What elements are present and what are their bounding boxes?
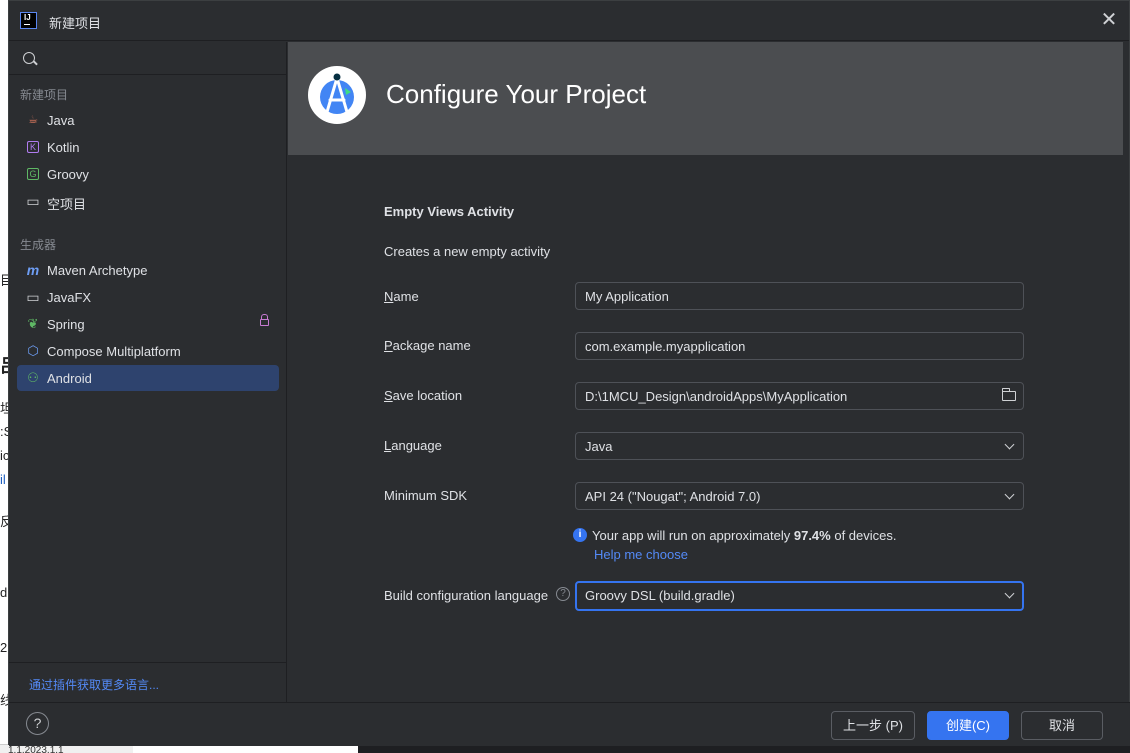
kotlin-icon: K (27, 141, 39, 153)
language-value: Java (585, 439, 613, 454)
search-icon (23, 52, 35, 64)
template-title: Empty Views Activity (384, 204, 515, 219)
close-icon[interactable]: ✕ (1099, 10, 1119, 31)
name-field[interactable]: My Application (575, 282, 1024, 310)
sidebar-item-compose-multiplatform[interactable]: ⬡ Compose Multiplatform (17, 338, 279, 364)
help-button[interactable]: ? (26, 712, 49, 735)
package-name-label: Package name (384, 338, 471, 353)
java-icon: ☕ (28, 114, 38, 126)
divider (9, 662, 287, 663)
package-name-value: com.example.myapplication (585, 339, 746, 354)
search-input[interactable] (43, 48, 273, 68)
name-label: Name (384, 289, 419, 304)
project-type-sidebar: 新建项目 ☕ Java K Kotlin G Groovy ▭ 空项目 生成器 … (9, 42, 287, 702)
sidebar-item-label: Compose Multiplatform (47, 344, 181, 359)
help-icon[interactable]: ? (556, 587, 570, 601)
minimum-sdk-value: API 24 ("Nougat"; Android 7.0) (585, 489, 761, 504)
android-icon: ⚇ (27, 370, 39, 385)
help-me-choose-link[interactable]: Help me choose (594, 547, 688, 562)
save-location-value: D:\1MCU_Design\androidApps\MyApplication (585, 389, 848, 404)
chevron-down-icon (1004, 489, 1015, 500)
lock-icon (260, 314, 269, 326)
sidebar-item-label: Kotlin (47, 140, 80, 155)
sidebar-item-spring[interactable]: ❦ Spring (17, 311, 279, 337)
page-title: Configure Your Project (386, 79, 647, 109)
sidebar-item-label: Groovy (47, 167, 89, 182)
get-more-languages-link[interactable]: 通过插件获取更多语言... (29, 676, 159, 693)
previous-button[interactable]: 上一步 (P) (831, 711, 915, 740)
new-project-dialog: 新建项目 ✕ 新建项目 ☕ Java K Kotlin G Groovy ▭ 空… (8, 0, 1130, 746)
build-config-language-value: Groovy DSL (build.gradle) (585, 588, 735, 603)
sidebar-item-maven-archetype[interactable]: m Maven Archetype (17, 257, 279, 283)
sidebar-item-label: JavaFX (47, 290, 92, 305)
empty-project-icon: ▭ (26, 193, 40, 209)
chevron-down-icon (1004, 439, 1015, 450)
sidebar-item-label: Maven Archetype (47, 263, 148, 278)
wizard-header: Configure Your Project (288, 42, 1123, 155)
intellij-app-icon (20, 12, 37, 29)
build-config-language-select[interactable]: Groovy DSL (build.gradle) (575, 581, 1024, 611)
android-studio-logo-icon (308, 66, 366, 124)
template-description: Creates a new empty activity (384, 244, 551, 259)
sidebar-search-field[interactable] (9, 42, 287, 74)
dialog-footer: ? 上一步 (P) 创建(C) 取消 (9, 702, 1130, 746)
spring-icon: ❦ (27, 316, 39, 331)
sidebar-item-label: Spring (47, 317, 85, 332)
sidebar-item-android[interactable]: ⚇ Android (17, 365, 279, 391)
sidebar-item-empty-project[interactable]: ▭ 空项目 (17, 188, 279, 214)
window-title: 新建项目 (49, 16, 102, 31)
folder-icon[interactable] (1001, 388, 1016, 401)
minimum-sdk-label: Minimum SDK (384, 488, 468, 503)
sidebar-item-java[interactable]: ☕ Java (17, 107, 279, 133)
language-label: Language (384, 438, 442, 453)
compose-icon: ⬡ (27, 343, 39, 358)
language-select[interactable]: Java (575, 432, 1024, 460)
sidebar-item-kotlin[interactable]: K Kotlin (17, 134, 279, 160)
groovy-icon: G (27, 168, 39, 180)
sidebar-item-label: Android (47, 371, 92, 386)
build-config-language-label: Build configuration language (384, 588, 549, 603)
cancel-button[interactable]: 取消 (1021, 711, 1103, 740)
save-location-field[interactable]: D:\1MCU_Design\androidApps\MyApplication (575, 382, 1024, 410)
package-name-field[interactable]: com.example.myapplication (575, 332, 1024, 360)
save-location-label: Save location (384, 388, 463, 403)
group-label-generators: 生成器 (20, 238, 57, 252)
javafx-icon: ▭ (26, 289, 40, 305)
sidebar-item-label: Java (47, 113, 75, 128)
info-icon: i (573, 528, 587, 542)
title-bar: 新建项目 ✕ (9, 1, 1129, 41)
maven-icon: m (26, 262, 40, 278)
divider (9, 74, 287, 75)
sidebar-item-groovy[interactable]: G Groovy (17, 161, 279, 187)
sidebar-item-label: 空项目 (47, 197, 87, 212)
group-label-new-project: 新建项目 (20, 88, 69, 102)
sidebar-item-javafx[interactable]: ▭ JavaFX (17, 284, 279, 310)
device-coverage-text: Your app will run on approximately 97.4%… (592, 528, 897, 543)
chevron-down-icon (1004, 588, 1015, 599)
minimum-sdk-select[interactable]: API 24 ("Nougat"; Android 7.0) (575, 482, 1024, 510)
create-button[interactable]: 创建(C) (927, 711, 1009, 740)
name-value: My Application (585, 289, 669, 304)
configure-project-form: Empty Views Activity Creates a new empty… (288, 155, 1123, 702)
